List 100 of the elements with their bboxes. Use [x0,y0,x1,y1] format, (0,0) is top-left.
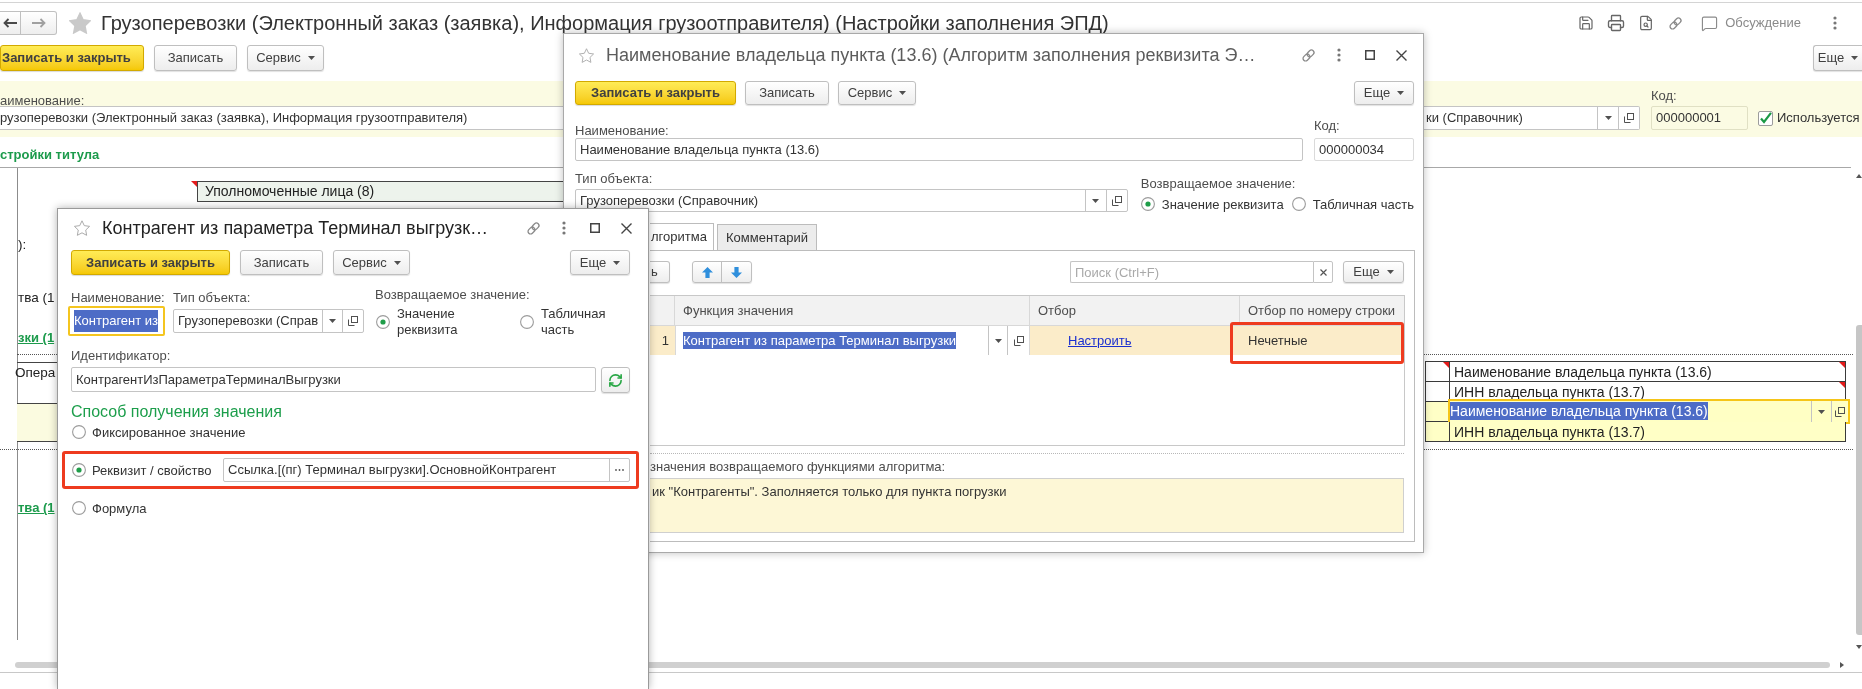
field-label: Идентификатор: [71,348,171,363]
field-label: Код: [1314,118,1340,133]
tab[interactable]: лгоритма [650,223,714,250]
radio-button[interactable] [1140,197,1155,211]
caret-icon [393,260,401,265]
discussion-button[interactable]: Обсуждение [1701,13,1801,33]
scroll-up-icon[interactable] [1856,174,1862,178]
more-icon[interactable] [562,221,566,235]
clear-button[interactable] [1313,261,1333,283]
property-field[interactable]: Ссылка.[(пг) Терминал выгрузки].ОсновнойКонтрагент [223,458,630,482]
save-and-close-button[interactable]: Записать и закрыть [575,81,736,105]
field-label: Код: [1651,88,1677,103]
caret-icon [329,319,336,323]
template-cell [17,403,57,442]
field-label: Возвращаемое значение: [375,287,530,302]
more-icon[interactable] [1337,48,1341,62]
radio-button[interactable] [520,315,534,329]
save-button[interactable]: Записать [154,45,237,71]
maximize-icon[interactable] [1365,50,1375,60]
template-link[interactable]: зки (1 [18,330,55,346]
radio-label: Реквизит / свойство [92,462,212,478]
caret-icon [613,260,621,265]
caret-icon [994,338,1002,343]
tab[interactable]: Комментарий [717,224,817,250]
link-icon[interactable] [526,220,541,236]
speech-bubble-icon [1701,14,1719,32]
type-field[interactable]: Грузоперевозки (Справ [173,309,364,333]
save-button[interactable]: Записать [745,81,829,105]
add-button[interactable]: ь [650,261,670,283]
print-icon[interactable] [1607,14,1626,32]
field-label: Возвращаемое значение: [1140,176,1296,191]
more-button[interactable]: Еще [1813,45,1862,71]
radio-label: Фиксированное значение [92,424,246,440]
service-menu-button[interactable]: Сервис [333,250,410,275]
open-icon [348,316,358,326]
name-field[interactable]: Наименование владельца пункта (13.6) [575,138,1303,161]
name-field[interactable]: Контрагент из [68,306,165,336]
cell-text: ИНН владельца пункта (13.7) [1453,382,1645,401]
template-cell: Уполномоченные лица (8) [197,181,563,202]
save-and-close-button[interactable]: Записать и закрыть [71,250,230,275]
service-menu-button[interactable]: Сервис [247,45,324,71]
star-icon[interactable] [74,220,90,236]
template-text: Опера [15,365,56,381]
star-icon[interactable] [579,47,594,63]
radio-button[interactable] [376,315,390,329]
column-header: Отбор [1030,296,1240,325]
link-icon[interactable] [1301,47,1316,63]
service-menu-button[interactable]: Сервис [838,81,916,105]
table-row[interactable]: 1 Контрагент из параметра Терминал выгрузки Настроить Нечетные [650,326,1404,355]
link-icon[interactable] [1668,15,1684,31]
radio-button[interactable] [72,463,86,477]
more-button[interactable]: Еще [570,250,630,275]
caret-icon [1386,270,1394,274]
more-button[interactable]: Еще [1354,81,1414,105]
radio-button[interactable] [72,501,86,515]
back-arrow-icon [3,18,17,28]
scroll-down-icon[interactable] [1856,645,1862,649]
refresh-button[interactable] [601,367,630,393]
type-field[interactable]: Грузоперевозки (Справочник) [575,189,1128,212]
more-button[interactable]: Еще [1343,261,1404,283]
identifier-field[interactable]: КонтрагентИзПараметраТерминалВыгрузки [71,367,596,392]
open-icon [1013,335,1024,346]
document-search-icon[interactable] [1638,15,1655,31]
template-text: ): [18,237,27,253]
cell-text: Наименование владельца пункта (13.6) [1453,362,1712,381]
field-label: аименование: [0,93,85,108]
template-link[interactable]: тва (1 [18,500,55,516]
search-field[interactable]: Поиск (Ctrl+F) [1070,261,1313,283]
field-label: Тип объекта: [173,290,251,305]
maximize-icon[interactable] [590,223,600,233]
field-label: Тип объекта: [575,171,653,186]
code-field[interactable]: 000000001 [1651,106,1748,130]
type-field[interactable]: ки (Справочник) [1424,106,1640,130]
save-button[interactable]: Записать [240,250,323,275]
cell-text: ИНН владельца пункта (13.7) [1453,422,1645,441]
close-icon[interactable] [1396,49,1407,61]
function-field[interactable]: Контрагент из параметра Терминал выгрузки [675,326,1030,355]
radio-label: Значение реквизита [1161,196,1284,212]
clear-icon [1319,268,1327,276]
row-number: 1 [661,331,669,350]
scrollbar-thumb[interactable] [1856,325,1862,635]
close-icon[interactable] [621,222,632,234]
more-icon[interactable] [1833,16,1837,30]
caret-icon [899,91,907,95]
radio-label: Табличная часть [1312,196,1414,212]
scroll-right-icon[interactable] [1840,662,1844,668]
window-title: Грузоперевозки (Электронный заказ (заявка), Информация грузоотправителя) (Настройки заполнения ЭПД) [101,11,1109,35]
save-and-close-button[interactable]: Записать и закрыть [0,45,144,71]
cell-editor-field[interactable]: Наименование владельца пункта (13.6) [1448,399,1850,424]
name-field[interactable]: рузоперевозки (Электронный заказ (заявка), Информация грузоотправителя) [0,106,563,130]
description-field[interactable]: ик "Контрагенты". Заполняется только для пункта погрузки [650,478,1404,533]
save-icon[interactable] [1578,15,1595,31]
code-field[interactable]: 000000034 [1314,138,1414,161]
down-arrow-icon [731,266,742,278]
checkbox[interactable] [1758,110,1773,126]
radio-button[interactable] [1291,197,1306,211]
star-icon[interactable] [69,12,91,34]
radio-button[interactable] [72,425,86,439]
configure-link[interactable]: Настроить [1068,330,1132,351]
section-title: стройки титула [0,147,100,163]
